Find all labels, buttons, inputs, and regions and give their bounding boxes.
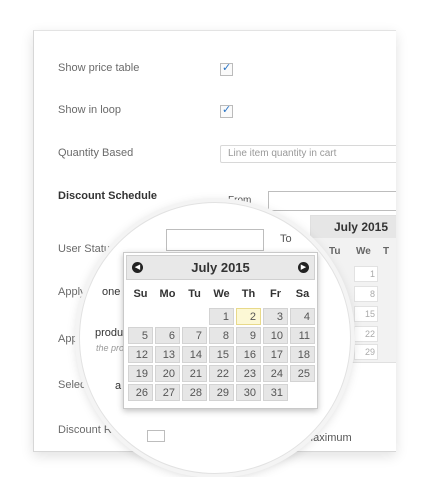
show-in-loop-label: Show in loop xyxy=(58,104,121,116)
day-cell[interactable]: 20 xyxy=(155,365,180,382)
day-cell[interactable]: 5 xyxy=(128,327,153,344)
day-cell[interactable]: 11 xyxy=(290,327,315,344)
magnifier-lens: To one produ the pro a ◀ July 2015 ▶ Su M… xyxy=(79,202,351,474)
day-cell[interactable]: 30 xyxy=(236,384,261,401)
day-name: Mo xyxy=(159,288,176,300)
day-cell[interactable]: 13 xyxy=(155,346,180,363)
bg-day-cell: 22 xyxy=(354,326,378,342)
to-label: To xyxy=(280,233,292,245)
bg-day-cell: 1 xyxy=(354,266,378,282)
day-cell[interactable]: 31 xyxy=(263,384,288,401)
day-cell[interactable]: 14 xyxy=(182,346,207,363)
day-name: Th xyxy=(241,288,256,300)
quantity-based-select[interactable]: Line item quantity in cart xyxy=(220,145,396,163)
show-price-table-label: Show price table xyxy=(58,62,140,74)
day-cell[interactable]: 8 xyxy=(209,327,234,344)
day-name: Su xyxy=(133,288,148,300)
day-cell[interactable]: 12 xyxy=(128,346,153,363)
show-in-loop-checkbox[interactable]: ✓ xyxy=(220,104,233,118)
day-name: We xyxy=(213,288,230,300)
apply-to-value: one xyxy=(102,286,121,298)
day-cell[interactable]: 29 xyxy=(209,384,234,401)
day-cell[interactable]: 19 xyxy=(128,365,153,382)
day-cell[interactable]: 26 xyxy=(128,384,153,401)
user-status-label: User Status xyxy=(58,243,116,255)
day-cell[interactable]: 16 xyxy=(236,346,261,363)
next-month-icon[interactable]: ▶ xyxy=(298,262,309,273)
datepicker-title: July 2015 xyxy=(191,260,250,275)
day-cell[interactable]: 7 xyxy=(182,327,207,344)
from-date-input[interactable] xyxy=(268,191,396,211)
day-cell[interactable]: 6 xyxy=(155,327,180,344)
discount-schedule-label: Discount Schedule xyxy=(58,190,158,202)
discount-rules-checkbox[interactable] xyxy=(147,430,165,442)
day-cell[interactable]: 1 xyxy=(209,308,234,325)
day-cell[interactable]: 27 xyxy=(155,384,180,401)
apply-ad-hint: the pro xyxy=(96,343,125,353)
day-cell[interactable]: 21 xyxy=(182,365,207,382)
background-calendar-title: July 2015 xyxy=(311,216,396,238)
day-cell[interactable]: 2 xyxy=(236,308,261,325)
day-cell[interactable]: 23 xyxy=(236,365,261,382)
day-cell[interactable]: 9 xyxy=(236,327,261,344)
datepicker: ◀ July 2015 ▶ Su Mo Tu We Th Fr Sa 1 2 3 4 5 6 7 8 9 10… xyxy=(123,252,318,409)
checkmark-icon: ✓ xyxy=(222,62,232,74)
select-products-value: a xyxy=(115,380,122,392)
day-cell[interactable]: 18 xyxy=(290,346,315,363)
checkmark-icon: ✓ xyxy=(222,104,232,116)
day-cell[interactable]: 17 xyxy=(263,346,288,363)
day-name: Sa xyxy=(295,288,310,300)
day-cell[interactable]: 25 xyxy=(290,365,315,382)
to-date-input[interactable] xyxy=(166,229,264,251)
day-cell[interactable]: 15 xyxy=(209,346,234,363)
day-cell[interactable]: 4 xyxy=(290,308,315,325)
day-cell[interactable]: 28 xyxy=(182,384,207,401)
bg-day-cell: 29 xyxy=(354,344,378,360)
day-name: Tu xyxy=(188,288,201,300)
day-name: Fr xyxy=(270,288,281,300)
day-cell[interactable]: 22 xyxy=(209,365,234,382)
apply-ad-value: produ xyxy=(95,327,124,339)
day-cell[interactable]: 10 xyxy=(263,327,288,344)
bg-day-name: We xyxy=(356,246,371,257)
bg-day-name: Tu xyxy=(329,246,341,257)
bg-day-name: T xyxy=(383,246,390,257)
quantity-based-label: Quantity Based xyxy=(58,147,134,159)
bg-day-cell: 8 xyxy=(354,286,378,302)
day-cell[interactable]: 24 xyxy=(263,365,288,382)
day-cell[interactable]: 3 xyxy=(263,308,288,325)
datepicker-header: ◀ July 2015 ▶ xyxy=(126,255,315,280)
bg-day-cell: 15 xyxy=(354,306,378,322)
show-price-table-checkbox[interactable]: ✓ xyxy=(220,62,233,76)
